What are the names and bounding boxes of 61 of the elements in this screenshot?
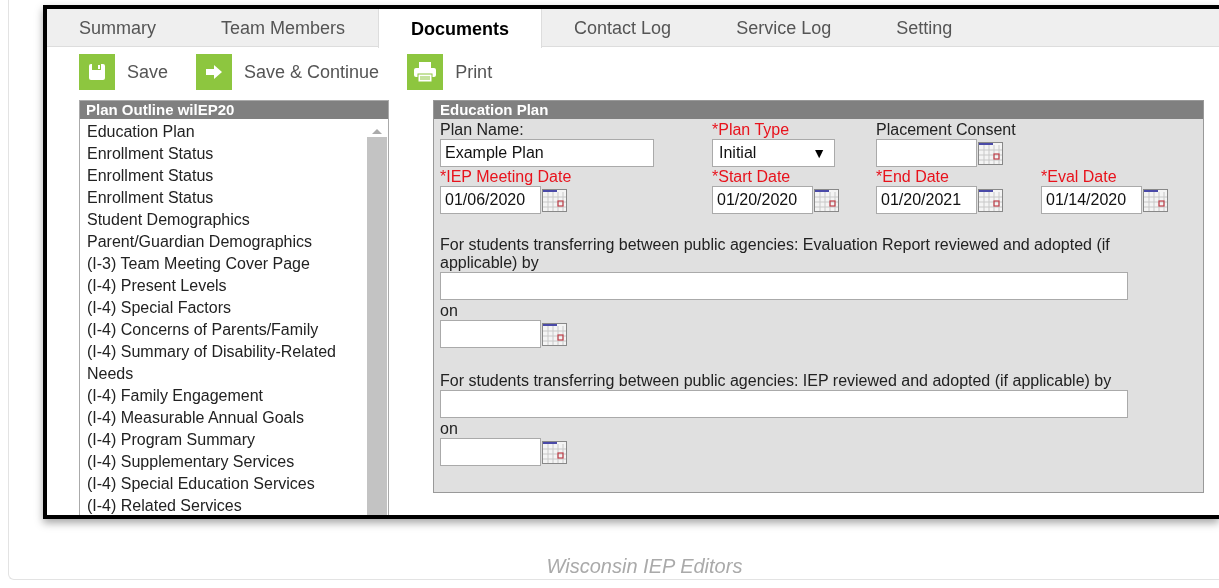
- figure-caption: Wisconsin IEP Editors: [545, 554, 744, 579]
- tab[interactable]: Contact Log: [542, 9, 705, 46]
- outline-item[interactable]: (I-4) Family Engagement: [87, 385, 357, 407]
- outline-item[interactable]: (I-4) Summary of Disability-Related Needs: [87, 341, 357, 385]
- panel-header: Education Plan: [434, 101, 1203, 119]
- field-label: For students transferring between public agencies: IEP reviewed and adopted (if applicable) by: [440, 372, 1113, 390]
- date-field[interactable]: 01/20/2021: [876, 186, 977, 214]
- continue-button[interactable]: Save & Continue: [196, 54, 380, 90]
- outline-item[interactable]: Enrollment Status: [87, 143, 357, 165]
- tab[interactable]: Team Members: [189, 9, 379, 46]
- calendar-icon[interactable]: [978, 188, 1003, 212]
- field-label: on: [440, 302, 459, 320]
- outline-item[interactable]: Enrollment Status: [87, 187, 357, 209]
- date-field[interactable]: [440, 320, 541, 348]
- outline-item[interactable]: (I-4) Concerns of Parents/Family: [87, 319, 357, 341]
- outline-item[interactable]: (I-4) Supplementary Services: [87, 451, 357, 473]
- date-field[interactable]: 01/06/2020: [440, 186, 541, 214]
- text-field[interactable]: Example Plan: [440, 139, 654, 167]
- field-label: *Plan Type: [712, 121, 791, 139]
- outline-item[interactable]: Education Plan: [87, 121, 357, 143]
- date-field[interactable]: 01/20/2020: [712, 186, 813, 214]
- field-label: *Start Date: [712, 168, 792, 186]
- outline-item[interactable]: Student Demographics: [87, 209, 357, 231]
- calendar-icon[interactable]: [542, 322, 567, 346]
- date-field[interactable]: [440, 438, 541, 466]
- outline-item[interactable]: Parent/Guardian Demographics: [87, 231, 357, 253]
- outline-item[interactable]: (I-4) Program Summary: [87, 429, 357, 451]
- print-button[interactable]: Print: [407, 54, 493, 90]
- tab[interactable]: Summary: [47, 9, 189, 46]
- field-label: Plan Name:: [440, 121, 525, 139]
- field-label: *IEP Meeting Date: [440, 168, 573, 186]
- field-label: For students transferring between public agencies: Evaluation Report reviewed and adopted (if applicable) by: [440, 236, 1111, 272]
- outline-item[interactable]: (I-4) Special Factors: [87, 297, 357, 319]
- save-button[interactable]: Save: [79, 54, 169, 90]
- calendar-icon[interactable]: [978, 141, 1003, 165]
- tab[interactable]: Documents: [378, 9, 543, 48]
- date-field[interactable]: 01/14/2020: [1041, 186, 1142, 214]
- tab[interactable]: Service Log: [704, 9, 865, 46]
- outline-item[interactable]: (I-4) Present Levels: [87, 275, 357, 297]
- field-label: on: [440, 420, 459, 438]
- dropdown[interactable]: Initial ▼: [712, 139, 835, 167]
- outline-item[interactable]: Enrollment Status: [87, 165, 357, 187]
- tab[interactable]: Setting: [864, 9, 986, 46]
- calendar-icon[interactable]: [1143, 188, 1168, 212]
- text-field[interactable]: [440, 390, 1128, 418]
- arrow-right-icon: [205, 64, 224, 80]
- text-field[interactable]: [440, 272, 1128, 300]
- outline-item[interactable]: (I-4) Special Education Services: [87, 473, 357, 495]
- calendar-icon[interactable]: [814, 188, 839, 212]
- field-label: *Eval Date: [1041, 168, 1118, 186]
- calendar-icon[interactable]: [542, 188, 567, 212]
- field-label: Placement Consent: [876, 121, 1017, 139]
- scrollbar-thumb[interactable]: [367, 137, 387, 515]
- field-label: *End Date: [876, 168, 950, 186]
- calendar-icon[interactable]: [542, 440, 567, 464]
- panel-header: Plan Outline wilEP20: [80, 101, 388, 119]
- outline-item[interactable]: (I-4) Related Services: [87, 495, 357, 515]
- outline-item[interactable]: (I-3) Team Meeting Cover Page: [87, 253, 357, 275]
- outline-item[interactable]: (I-4) Measurable Annual Goals: [87, 407, 357, 429]
- date-field[interactable]: [876, 139, 977, 167]
- printer-icon: [413, 61, 438, 83]
